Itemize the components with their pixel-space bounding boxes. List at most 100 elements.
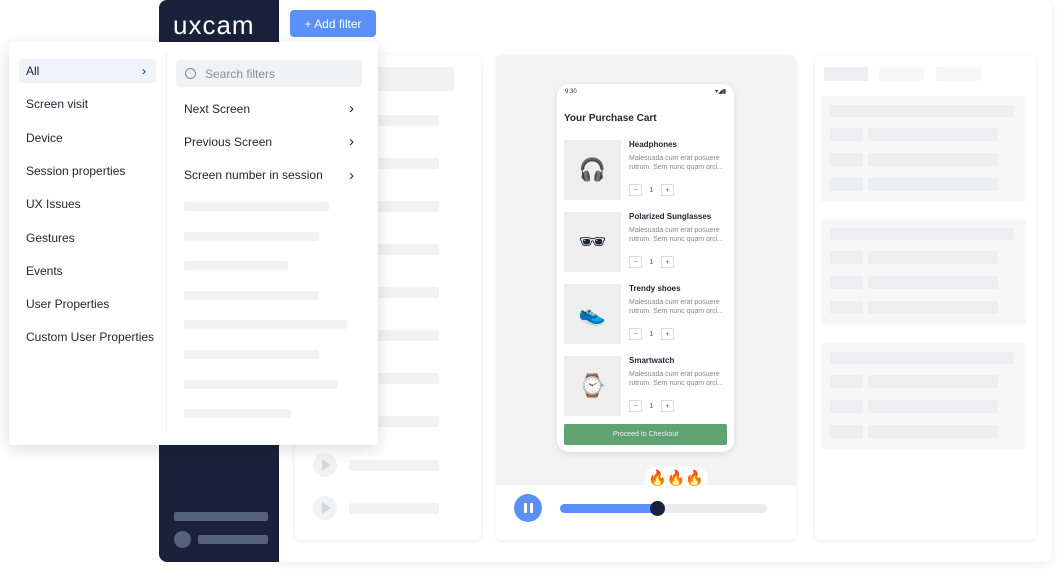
filter-option[interactable]: Next Screen ›: [184, 100, 354, 117]
fire-icon: 🔥: [685, 470, 705, 487]
filter-category[interactable]: Screen visit: [19, 92, 156, 116]
placeholder-bar: [830, 178, 863, 191]
plus-button[interactable]: +: [661, 256, 674, 268]
filter-category[interactable]: Gestures: [19, 226, 156, 250]
quantity-stepper: −1 +: [629, 328, 674, 340]
tab-placeholder[interactable]: [824, 67, 868, 81]
placeholder-bar: [830, 276, 863, 289]
filter-option[interactable]: Screen number in session ›: [184, 167, 354, 184]
option-label: Screen number in session: [184, 168, 323, 183]
placeholder-bar: [184, 231, 319, 241]
category-label: Gestures: [26, 230, 75, 245]
chevron-right-icon: ›: [142, 64, 146, 78]
plus-button[interactable]: +: [661, 184, 674, 196]
timeline-slider[interactable]: [560, 501, 767, 516]
search-input[interactable]: Search filters: [176, 60, 362, 87]
placeholder-bar: [184, 261, 288, 271]
placeholder-bar: [868, 375, 998, 388]
chevron-right-icon: ›: [349, 100, 354, 117]
product-image: ⌚: [564, 356, 621, 416]
search-placeholder: Search filters: [205, 66, 276, 81]
filter-category[interactable]: UX Issues: [19, 192, 156, 216]
checkout-button[interactable]: Proceed to Checkout: [564, 424, 727, 445]
quantity-stepper: −1 +: [629, 184, 674, 196]
product-description: Malesuada cum erat posuere rutrum. Sem n…: [629, 371, 724, 387]
minus-button[interactable]: −: [629, 256, 642, 268]
minus-button[interactable]: −: [629, 400, 642, 412]
slider-handle[interactable]: [650, 501, 666, 516]
category-label: Events: [26, 263, 63, 278]
play-icon[interactable]: [313, 453, 337, 477]
quantity-value: 1: [649, 402, 654, 410]
placeholder-bar: [830, 251, 863, 264]
placeholder-bar: [349, 503, 439, 514]
placeholder-bar: [830, 375, 863, 388]
play-icon[interactable]: [313, 496, 337, 520]
category-label: Custom User Properties: [26, 330, 155, 345]
add-filter-button[interactable]: + Add filter: [290, 10, 376, 37]
placeholder-bar: [830, 128, 863, 141]
filter-category[interactable]: All ›: [19, 59, 156, 83]
category-label: Session properties: [26, 163, 126, 178]
product-name: Headphones: [629, 140, 678, 149]
product-description: Malesuada cum erat posuere rutrum. Sem n…: [629, 155, 724, 171]
divider: [166, 52, 167, 432]
category-label: UX Issues: [26, 197, 81, 212]
filter-category[interactable]: User Properties: [19, 292, 156, 316]
filter-category[interactable]: Device: [19, 126, 156, 150]
product-name: Polarized Sunglasses: [629, 212, 712, 221]
category-label: User Properties: [26, 297, 110, 312]
product-name: Smartwatch: [629, 356, 675, 365]
search-icon: [185, 68, 196, 79]
placeholder-bar: [184, 320, 347, 330]
placeholder-bar: [868, 153, 998, 166]
placeholder-bar: [830, 153, 863, 166]
placeholder-bar: [830, 352, 1014, 364]
placeholder-bar: [184, 379, 338, 389]
placeholder-bar: [174, 512, 268, 521]
placeholder-bar: [868, 178, 998, 191]
placeholder-bar: [868, 251, 998, 264]
avatar[interactable]: [174, 531, 191, 548]
product-image: 👟: [564, 284, 621, 344]
placeholder-bar: [830, 301, 863, 314]
option-label: Previous Screen: [184, 134, 273, 149]
page-title: Your Purchase Cart: [564, 113, 657, 124]
product-image: 🕶: [564, 212, 621, 272]
product-description: Malesuada cum erat posuere rutrum. Sem n…: [629, 227, 724, 243]
placeholder-bar: [184, 290, 319, 300]
cart-item: ⌚ Smartwatch Malesuada cum erat posuere ru…: [564, 356, 729, 418]
placeholder-bar: [868, 425, 998, 438]
cart-item: 🕶 Polarized Sunglasses Malesuada cum erat …: [564, 212, 729, 274]
product-name: Trendy shoes: [629, 284, 681, 293]
placeholder-bar: [184, 409, 291, 419]
quantity-stepper: −1 +: [629, 400, 674, 412]
tab-placeholder[interactable]: [879, 67, 924, 81]
fire-icon: 🔥: [648, 470, 667, 487]
rage-tap-markers[interactable]: 🔥🔥🔥: [644, 467, 709, 489]
placeholder-bar: [868, 128, 998, 141]
filter-category[interactable]: Events: [19, 259, 156, 283]
placeholder-bar: [830, 228, 1014, 240]
minus-button[interactable]: −: [629, 328, 642, 340]
chevron-right-icon: ›: [349, 166, 354, 184]
minus-button[interactable]: −: [629, 184, 642, 196]
details-panel: [815, 55, 1036, 540]
filter-option[interactable]: Previous Screen ›: [184, 133, 354, 150]
filter-dropdown: All › Screen visit Device Session properties…: [9, 42, 378, 445]
option-label: Next Screen: [184, 101, 251, 116]
plus-button[interactable]: +: [661, 328, 674, 340]
filter-category[interactable]: Session properties: [19, 159, 156, 183]
filter-category[interactable]: Custom User Properties: [19, 325, 156, 349]
placeholder-bar: [198, 535, 268, 544]
phone-screen: 9:30 ▾◢▮ Your Purchase Cart 🎧 Headphones M…: [557, 84, 734, 452]
plus-button[interactable]: +: [661, 400, 674, 412]
tab-placeholder[interactable]: [936, 67, 981, 81]
placeholder-bar: [830, 425, 863, 438]
quantity-value: 1: [649, 186, 654, 194]
timeline-progress: [560, 504, 658, 513]
cart-item: 🎧 Headphones Malesuada cum erat posuere ru…: [564, 140, 729, 202]
product-image: 🎧: [564, 140, 621, 200]
category-label: Device: [26, 130, 63, 145]
pause-button[interactable]: [514, 494, 542, 522]
